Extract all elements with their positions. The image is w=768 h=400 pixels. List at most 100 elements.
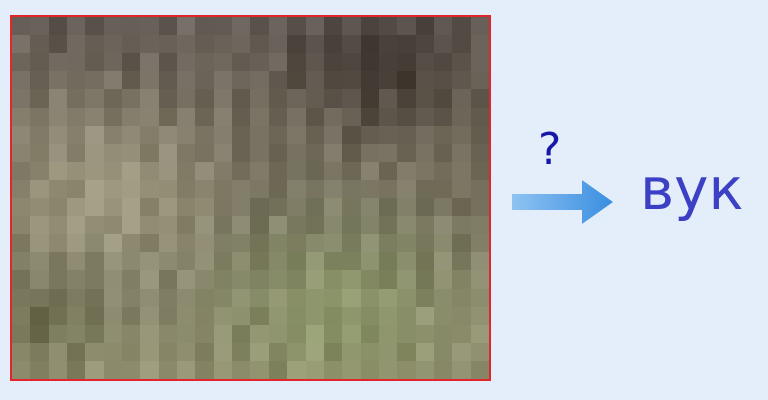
image-pixel — [268, 306, 288, 325]
image-pixel — [122, 107, 141, 126]
image-pixel — [103, 107, 123, 126]
image-pixel — [433, 161, 453, 180]
image-pixel — [232, 216, 251, 235]
image-pixel — [122, 288, 141, 307]
image-pixel — [360, 360, 379, 379]
image-pixel — [30, 324, 49, 343]
image-pixel — [213, 288, 233, 307]
image-pixel — [12, 288, 31, 307]
image-pixel — [30, 234, 49, 253]
image-pixel — [397, 35, 416, 54]
image-pixel — [195, 270, 214, 289]
image-pixel — [342, 71, 361, 90]
image-pixel — [195, 342, 214, 361]
image-pixel — [268, 234, 288, 253]
image-pixel — [30, 53, 49, 72]
image-pixel — [250, 17, 269, 36]
image-pixel — [433, 143, 453, 162]
image-pixel — [433, 324, 453, 343]
image-pixel — [452, 89, 471, 108]
image-pixel — [415, 288, 434, 307]
image-pixel — [287, 234, 306, 253]
image-pixel — [268, 161, 288, 180]
image-pixel — [433, 53, 453, 72]
image-pixel — [268, 53, 288, 72]
image-pixel — [48, 306, 68, 325]
image-pixel — [195, 125, 214, 144]
image-pixel — [287, 252, 306, 271]
image-pixel — [30, 125, 49, 144]
image-pixel — [452, 53, 471, 72]
image-pixel — [452, 35, 471, 54]
image-pixel — [158, 342, 178, 361]
image-pixel — [67, 252, 86, 271]
image-pixel — [342, 17, 361, 36]
image-pixel — [213, 35, 233, 54]
image-pixel — [287, 324, 306, 343]
image-pixel — [67, 53, 86, 72]
image-pixel — [67, 125, 86, 144]
image-pixel — [177, 143, 196, 162]
image-pixel — [48, 17, 68, 36]
image-pixel — [305, 161, 324, 180]
image-pixel — [195, 17, 214, 36]
image-pixel — [48, 270, 68, 289]
image-pixel — [12, 89, 31, 108]
image-pixel — [140, 234, 159, 253]
image-pixel — [195, 306, 214, 325]
image-pixel — [250, 125, 269, 144]
image-pixel — [232, 35, 251, 54]
image-pixel — [342, 216, 361, 235]
pixelated-photo — [10, 15, 491, 381]
image-pixel — [287, 306, 306, 325]
image-pixel — [12, 252, 31, 271]
image-pixel — [287, 342, 306, 361]
image-pixel — [48, 35, 68, 54]
image-pixel — [85, 324, 104, 343]
image-pixel — [122, 306, 141, 325]
image-pixel — [342, 342, 361, 361]
image-pixel — [85, 360, 104, 379]
image-pixel — [103, 71, 123, 90]
image-pixel — [433, 198, 453, 217]
image-pixel — [122, 161, 141, 180]
image-pixel — [12, 306, 31, 325]
image-pixel — [103, 53, 123, 72]
image-pixel — [250, 342, 269, 361]
image-pixel — [287, 161, 306, 180]
image-pixel — [12, 107, 31, 126]
image-pixel — [140, 288, 159, 307]
image-pixel — [103, 252, 123, 271]
image-pixel — [415, 324, 434, 343]
image-pixel — [360, 288, 379, 307]
image-pixel — [250, 234, 269, 253]
image-pixel — [67, 179, 86, 198]
image-pixel — [12, 53, 31, 72]
image-pixel — [470, 35, 489, 54]
image-pixel — [232, 252, 251, 271]
image-pixel — [397, 161, 416, 180]
image-pixel — [360, 270, 379, 289]
image-pixel — [103, 288, 123, 307]
image-pixel — [158, 35, 178, 54]
image-pixel — [397, 125, 416, 144]
image-pixel — [48, 324, 68, 343]
image-pixel — [397, 216, 416, 235]
image-pixel — [452, 342, 471, 361]
image-pixel — [415, 53, 434, 72]
image-pixel — [177, 360, 196, 379]
image-pixel — [342, 252, 361, 271]
image-pixel — [287, 107, 306, 126]
image-pixel — [250, 143, 269, 162]
image-pixel — [122, 342, 141, 361]
image-pixel — [48, 252, 68, 271]
image-pixel — [452, 324, 471, 343]
image-pixel — [177, 89, 196, 108]
image-pixel — [67, 143, 86, 162]
image-pixel — [250, 71, 269, 90]
image-pixel — [140, 71, 159, 90]
image-pixel — [360, 143, 379, 162]
image-pixel — [378, 143, 398, 162]
image-pixel — [140, 324, 159, 343]
image-pixel — [213, 252, 233, 271]
